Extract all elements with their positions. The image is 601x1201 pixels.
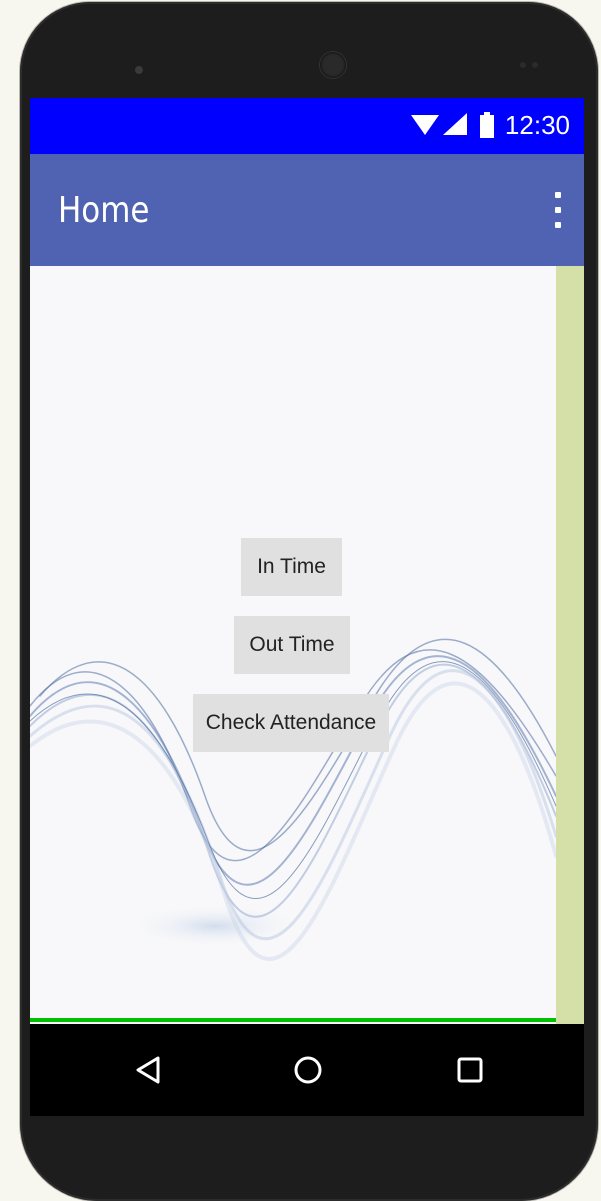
proximity-sensor xyxy=(135,66,143,74)
phone-screen: 12:30 Home In Time Out Time Check Attend… xyxy=(30,98,584,1024)
recent-apps-icon[interactable] xyxy=(420,1024,520,1116)
status-bar: 12:30 xyxy=(30,98,584,154)
front-sensor xyxy=(532,62,538,68)
front-sensor xyxy=(520,62,526,68)
signal-icon xyxy=(442,113,467,135)
wifi-icon xyxy=(410,115,439,135)
app-bar: Home xyxy=(30,154,584,266)
scroll-strip xyxy=(556,266,584,1024)
home-icon[interactable] xyxy=(258,1024,358,1116)
wave-background-image xyxy=(30,638,556,961)
check-attendance-button[interactable]: Check Attendance xyxy=(193,694,389,752)
more-vert-icon[interactable] xyxy=(546,192,570,228)
bottom-divider xyxy=(30,1018,556,1022)
in-time-button[interactable]: In Time xyxy=(241,538,342,596)
back-icon[interactable] xyxy=(98,1024,198,1116)
out-time-button[interactable]: Out Time xyxy=(234,616,350,674)
earpiece-speaker xyxy=(320,52,346,78)
status-time: 12:30 xyxy=(504,109,570,140)
battery-icon xyxy=(479,112,494,138)
navigation-bar xyxy=(30,1024,584,1116)
page-title: Home xyxy=(58,190,150,231)
